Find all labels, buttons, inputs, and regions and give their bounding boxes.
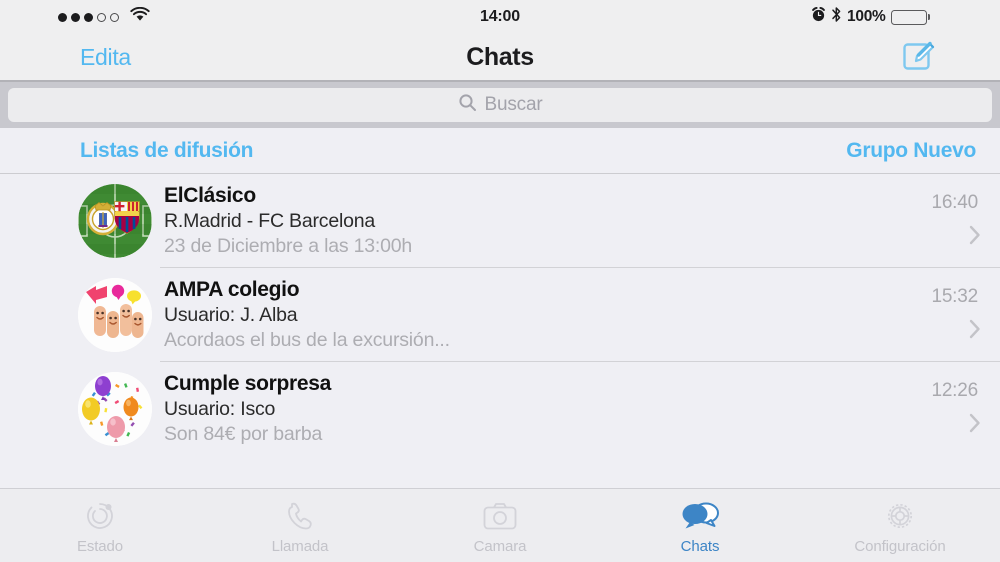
balloons-confetti-avatar xyxy=(78,372,152,446)
chat-preview: Acordaos el bus de la excursión... xyxy=(164,329,450,352)
chat-subtitle: R.Madrid - FC Barcelona xyxy=(164,209,376,232)
search-icon xyxy=(458,93,477,117)
chevron-right-icon xyxy=(968,224,982,251)
tab-estado[interactable]: Estado xyxy=(0,489,200,562)
chat-text-block: ElClásico R.Madrid - FC Barcelona 23 de … xyxy=(164,183,921,260)
tab-label: Chats xyxy=(680,538,720,555)
chat-meta: 16:40 xyxy=(931,186,980,256)
battery-icon xyxy=(890,9,930,25)
chat-subtitle: Usuario: Isco xyxy=(164,397,276,420)
chat-timestamp: 12:26 xyxy=(931,379,978,401)
chat-timestamp: 16:40 xyxy=(931,191,978,213)
tab-bar: Estado Llamada Camara Chats Configuració… xyxy=(0,488,1000,562)
new-group-link[interactable]: Grupo Nuevo xyxy=(846,139,976,163)
battery-percent-label: 100% xyxy=(847,8,886,25)
broadcast-lists-link[interactable]: Listas de difusión xyxy=(80,139,253,163)
table-row[interactable]: AMPA colegio Usuario: J. Alba Acordaos e… xyxy=(0,268,1000,362)
status-bar: 14:00 100% xyxy=(0,0,1000,34)
chat-meta: 15:32 xyxy=(931,280,980,350)
bluetooth-icon xyxy=(831,6,842,28)
alarm-clock-icon xyxy=(811,7,826,27)
tab-label: Configuración xyxy=(854,538,946,555)
chevron-right-icon xyxy=(968,318,982,345)
tab-llamada[interactable]: Llamada xyxy=(200,489,400,562)
chat-title: ElClásico xyxy=(164,183,256,207)
tab-configuracion[interactable]: Configuración xyxy=(800,489,1000,562)
chat-preview: 23 de Diciembre a las 13:00h xyxy=(164,235,413,258)
chat-preview: Son 84€ por barba xyxy=(164,423,323,446)
chat-meta: 12:26 xyxy=(931,374,980,444)
chat-list: ElClásico R.Madrid - FC Barcelona 23 de … xyxy=(0,174,1000,488)
phone-icon xyxy=(285,500,315,532)
chat-timestamp: 15:32 xyxy=(931,285,978,307)
tab-label: Estado xyxy=(76,538,124,555)
tab-chats[interactable]: Chats xyxy=(600,489,800,562)
search-placeholder: Buscar xyxy=(484,94,543,115)
navigation-bar: Edita Chats xyxy=(0,34,1000,82)
table-row[interactable]: ElClásico R.Madrid - FC Barcelona 23 de … xyxy=(0,174,1000,268)
broadcast-actions-row: Listas de difusión Grupo Nuevo xyxy=(0,128,1000,174)
chevron-right-icon xyxy=(968,412,982,439)
camera-icon xyxy=(483,500,517,532)
table-row[interactable]: Cumple sorpresa Usuario: Isco Son 84€ po… xyxy=(0,362,1000,456)
smiling-fingers-avatar xyxy=(78,278,152,352)
status-bar-right: 100% xyxy=(811,6,986,28)
phone-screen: 14:00 100% Edita Chats Buscar Listas de … xyxy=(0,0,1000,562)
tab-label: Camara xyxy=(473,538,527,555)
chat-title: Cumple sorpresa xyxy=(164,371,332,395)
football-pitch-crests-avatar xyxy=(78,184,152,258)
chat-text-block: AMPA colegio Usuario: J. Alba Acordaos e… xyxy=(164,277,921,354)
status-ring-icon xyxy=(84,500,116,532)
chat-subtitle: Usuario: J. Alba xyxy=(164,303,298,326)
page-title: Chats xyxy=(466,42,534,71)
chat-bubbles-icon xyxy=(681,500,719,532)
search-input[interactable]: Buscar xyxy=(8,88,992,122)
compose-icon[interactable] xyxy=(900,36,938,79)
tab-label: Llamada xyxy=(271,538,329,555)
chat-title: AMPA colegio xyxy=(164,277,300,301)
chat-text-block: Cumple sorpresa Usuario: Isco Son 84€ po… xyxy=(164,371,921,448)
gear-icon xyxy=(884,500,916,532)
tab-camara[interactable]: Camara xyxy=(400,489,600,562)
search-bar-container: Buscar xyxy=(0,82,1000,128)
